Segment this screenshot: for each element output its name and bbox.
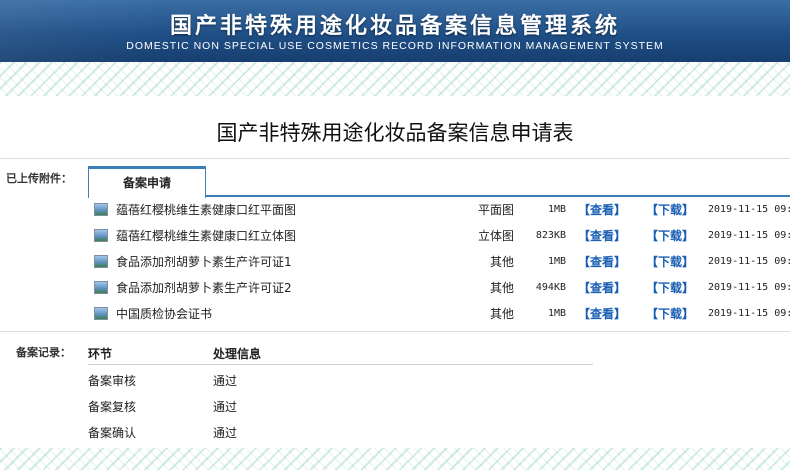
records-header-divider <box>88 364 593 365</box>
tab-filing-application[interactable]: 备案申请 <box>88 166 206 198</box>
attachment-name: 食品添加剂胡萝卜素生产许可证2 <box>116 281 292 295</box>
attachment-type: 其他 <box>489 281 514 295</box>
attachment-row: 中国质检协会证书 其他 1MB 【查看】 【下载】 2019-11-15 09: <box>94 304 790 324</box>
upload-date: 2019-11-15 09: <box>708 282 790 293</box>
attachment-size: 494KB <box>535 282 566 293</box>
system-subtitle: DOMESTIC NON SPECIAL USE COSMETICS RECOR… <box>126 40 664 52</box>
attachment-type: 其他 <box>489 307 514 321</box>
attachment-size: 1MB <box>547 308 566 319</box>
divider <box>0 158 790 159</box>
record-stage: 备案确认 <box>88 426 137 440</box>
attachment-size: 1MB <box>547 256 566 267</box>
download-link[interactable]: 【下载】 <box>646 226 694 246</box>
decorative-wave-top <box>0 62 790 98</box>
attachment-type: 其他 <box>489 255 514 269</box>
attachment-name: 食品添加剂胡萝卜素生产许可证1 <box>116 255 292 269</box>
record-stage: 备案复核 <box>88 400 137 414</box>
upload-date: 2019-11-15 09: <box>708 308 790 319</box>
view-link[interactable]: 【查看】 <box>578 252 626 272</box>
attachment-name: 中国质检协会证书 <box>116 307 213 321</box>
view-link[interactable]: 【查看】 <box>578 200 626 220</box>
attachment-name: 蕴蓓红樱桃维生素健康口红立体图 <box>116 229 297 243</box>
records-header-stage: 环节 <box>88 347 113 361</box>
attachment-size: 1MB <box>547 204 566 215</box>
attachment-size: 823KB <box>535 230 566 241</box>
image-file-icon <box>94 307 108 320</box>
attachment-name: 蕴蓓红樱桃维生素健康口红平面图 <box>116 203 297 217</box>
download-link[interactable]: 【下载】 <box>646 304 694 324</box>
attachment-row: 食品添加剂胡萝卜素生产许可证2 其他 494KB 【查看】 【下载】 2019-11-15… <box>94 278 790 298</box>
record-result: 通过 <box>213 400 238 414</box>
divider <box>0 331 790 332</box>
record-stage: 备案审核 <box>88 374 137 388</box>
view-link[interactable]: 【查看】 <box>578 304 626 324</box>
image-file-icon <box>94 255 108 268</box>
upload-date: 2019-11-15 09: <box>708 256 790 267</box>
image-file-icon <box>94 281 108 294</box>
system-title: 国产非特殊用途化妆品备案信息管理系统 <box>169 14 620 39</box>
view-link[interactable]: 【查看】 <box>578 226 626 246</box>
main-content <box>0 96 790 448</box>
decorative-wave-bottom <box>0 448 790 470</box>
view-link[interactable]: 【查看】 <box>578 278 626 298</box>
attachment-row: 蕴蓓红樱桃维生素健康口红平面图 平面图 1MB 【查看】 【下载】 2019-11-15 … <box>94 200 790 220</box>
attachment-type: 平面图 <box>477 203 514 217</box>
download-link[interactable]: 【下载】 <box>646 278 694 298</box>
attachment-type: 立体图 <box>477 229 514 243</box>
image-file-icon <box>94 229 108 242</box>
download-link[interactable]: 【下载】 <box>646 252 694 272</box>
record-result: 通过 <box>213 426 238 440</box>
attachment-row: 食品添加剂胡萝卜素生产许可证1 其他 1MB 【查看】 【下载】 2019-11-15 0… <box>94 252 790 272</box>
attachments-label: 已上传附件： <box>6 172 72 185</box>
record-result: 通过 <box>213 374 238 388</box>
page-title: 国产非特殊用途化妆品备案信息申请表 <box>216 121 574 145</box>
upload-date: 2019-11-15 09: <box>708 204 790 215</box>
download-link[interactable]: 【下载】 <box>646 200 694 220</box>
image-file-icon <box>94 203 108 216</box>
header-banner: 国产非特殊用途化妆品备案信息管理系统 DOMESTIC NON SPECIAL … <box>0 0 790 62</box>
upload-date: 2019-11-15 09: <box>708 230 790 241</box>
records-label: 备案记录： <box>16 346 71 359</box>
attachment-row: 蕴蓓红樱桃维生素健康口红立体图 立体图 823KB 【查看】 【下载】 2019-11-1… <box>94 226 790 246</box>
records-header-info: 处理信息 <box>213 347 262 361</box>
